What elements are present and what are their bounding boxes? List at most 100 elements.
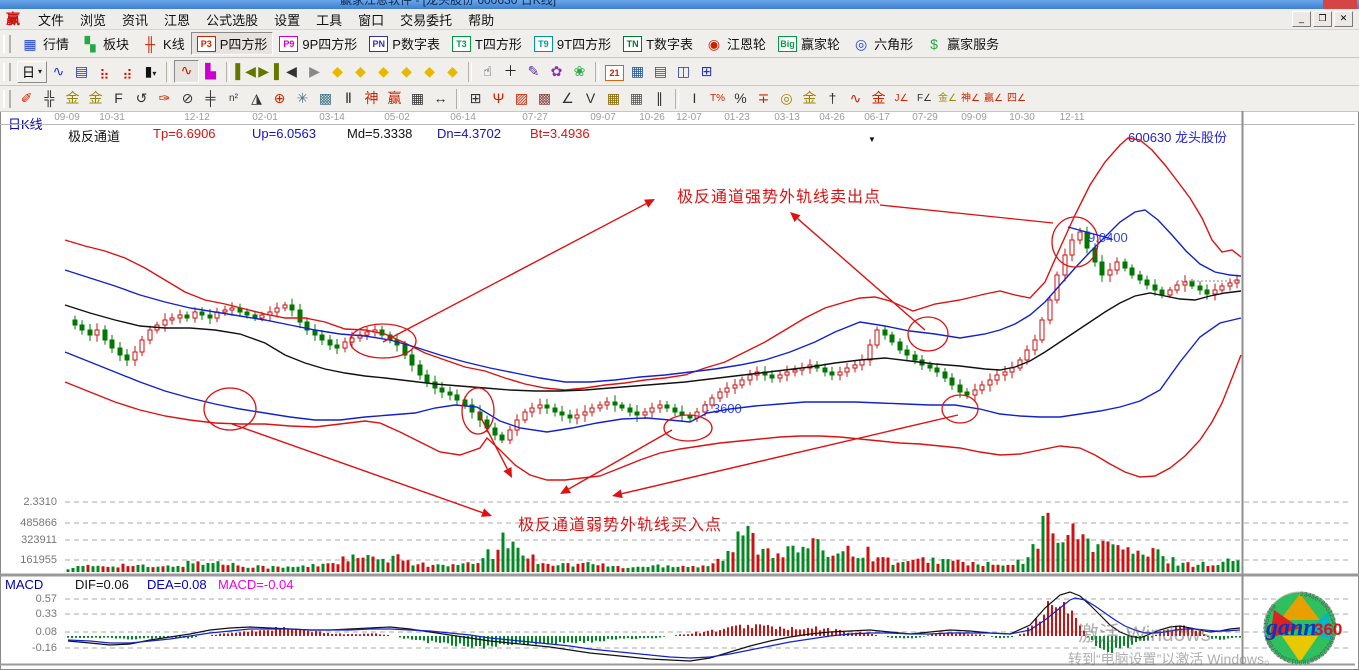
h-arrows-icon[interactable]: ↔ xyxy=(429,88,452,109)
toolbar-button-kline[interactable]: ╫K线 xyxy=(135,32,191,55)
first-bar-icon[interactable]: ▌◀ xyxy=(234,61,257,82)
n2-icon[interactable]: n² xyxy=(222,88,245,109)
pencil-red-icon[interactable]: ✐ xyxy=(15,88,38,109)
grid-123-icon[interactable]: ▦ xyxy=(406,88,429,109)
wave-red-icon[interactable]: ∿ xyxy=(844,88,867,109)
check-lines-icon[interactable]: V xyxy=(579,88,602,109)
gold-grid2-icon[interactable]: 金 xyxy=(84,88,107,109)
toolbar-button-9t-square[interactable]: T99T四方形 xyxy=(528,32,617,55)
brush-red-icon[interactable]: ✑ xyxy=(153,88,176,109)
box-tool-icon[interactable]: ⊞ xyxy=(464,88,487,109)
toolbar-button-hexagon[interactable]: ◎六角形 xyxy=(846,32,919,55)
toolbar-button-t-table[interactable]: TNT数字表 xyxy=(617,32,699,55)
j-angle-icon[interactable]: J∠ xyxy=(890,88,913,109)
gold-grid1-icon[interactable]: 金 xyxy=(61,88,84,109)
menu-item-0[interactable]: 文件 xyxy=(30,9,72,30)
draw-pen-icon[interactable]: ✎ xyxy=(522,61,545,82)
period-day-button[interactable]: 日▾ xyxy=(17,61,47,83)
notes-icon[interactable]: ▤ xyxy=(649,61,672,82)
gold-circle-icon[interactable]: ◎ xyxy=(775,88,798,109)
toolbar-button-p-table[interactable]: PNP数字表 xyxy=(363,32,446,55)
grid-gold-icon[interactable]: ▦ xyxy=(602,88,625,109)
toolbar-button-p-square[interactable]: P3P四方形 xyxy=(191,32,274,55)
si-angle-icon[interactable]: 四∠ xyxy=(1005,88,1028,109)
zigzag-red-icon[interactable]: ∿ xyxy=(174,60,199,83)
fan-red-icon[interactable]: Ψ xyxy=(487,88,510,109)
buy-point-annotation: 极反通道弱势外轨线买入点 xyxy=(518,511,722,535)
gann-flower-purple-icon[interactable]: ✿ xyxy=(545,61,568,82)
toolbar-button-9p-square[interactable]: P99P四方形 xyxy=(273,32,363,55)
shen-red-icon[interactable]: 神 xyxy=(360,88,383,109)
report-icon[interactable]: ▤ xyxy=(70,61,93,82)
menu-item-5[interactable]: 设置 xyxy=(266,9,308,30)
ying-red-icon[interactable]: 赢 xyxy=(383,88,406,109)
save-icon[interactable]: ◫ xyxy=(672,61,695,82)
minimize-icon[interactable]: _ xyxy=(1292,11,1311,27)
ruler-lines-icon[interactable]: ╪ xyxy=(199,88,222,109)
grid-dark-icon[interactable]: ▦ xyxy=(625,88,648,109)
toolbar-button-gann-wheel[interactable]: ◉江恩轮 xyxy=(699,32,772,55)
box-hatch-icon[interactable]: ▨ xyxy=(510,88,533,109)
candle-icon[interactable]: ▮▾ xyxy=(139,61,162,82)
crosshair-icon[interactable]: ＋ xyxy=(499,61,522,82)
network-icon[interactable]: ⊞ xyxy=(695,61,718,82)
bars9-icon[interactable]: ⣴ xyxy=(116,61,139,82)
ying-angle-icon[interactable]: 赢∠ xyxy=(982,88,1005,109)
menu-item-2[interactable]: 资讯 xyxy=(114,9,156,30)
menu-item-3[interactable]: 江恩 xyxy=(156,9,198,30)
chart-colored-icon[interactable]: ▙ xyxy=(199,61,222,82)
menu-item-7[interactable]: 窗口 xyxy=(350,9,392,30)
menu-item-8[interactable]: 交易委托 xyxy=(392,9,460,30)
gold-red-icon[interactable]: 金 xyxy=(867,88,890,109)
toolbar-button-t-square[interactable]: T3T四方形 xyxy=(446,32,528,55)
circle-cross-icon[interactable]: ⊘ xyxy=(176,88,199,109)
bars3-icon[interactable]: ⣦ xyxy=(93,61,116,82)
angle-a-icon[interactable]: ◮ xyxy=(245,88,268,109)
diamond-v-shrink-icon[interactable]: ◆ xyxy=(418,61,441,82)
zigzag-blue-icon[interactable]: ∿ xyxy=(47,61,70,82)
toolbar-button-sectors[interactable]: ▚板块 xyxy=(75,32,135,55)
percent-icon[interactable]: % xyxy=(729,88,752,109)
web-grid-icon[interactable]: ▩ xyxy=(314,88,337,109)
angle-line-icon[interactable]: ∠ xyxy=(556,88,579,109)
menu-item-4[interactable]: 公式选股 xyxy=(198,9,266,30)
restore-icon[interactable]: ❐ xyxy=(1313,11,1332,27)
t-percent-icon[interactable]: T% xyxy=(706,88,729,109)
levels-red-icon[interactable]: ∓ xyxy=(752,88,775,109)
prev-icon[interactable]: ◀ xyxy=(280,61,303,82)
pillar-icon[interactable]: I xyxy=(683,88,706,109)
menu-item-6[interactable]: 工具 xyxy=(308,9,350,30)
toolbar-button-winner-service[interactable]: $赢家服务 xyxy=(919,32,1005,55)
gann-grid-icon[interactable]: ╬ xyxy=(38,88,61,109)
toolbar-button-quotes[interactable]: ▦行情 xyxy=(15,32,75,55)
fibonacci-icon[interactable]: F xyxy=(107,88,130,109)
f-angle-icon[interactable]: F∠ xyxy=(913,88,936,109)
parallel-icon[interactable]: ∥ xyxy=(648,88,671,109)
menu-item-1[interactable]: 浏览 xyxy=(72,9,114,30)
hand-icon[interactable]: ☝ xyxy=(476,61,499,82)
last-bar-icon[interactable]: ▶▐ xyxy=(257,61,280,82)
diamond-right-icon[interactable]: ◆ xyxy=(349,61,372,82)
calculator-icon[interactable]: ▦ xyxy=(626,61,649,82)
target-red-icon[interactable]: ⊕ xyxy=(268,88,291,109)
calendar-icon[interactable]: 21 xyxy=(603,61,626,82)
diamond-left-icon[interactable]: ◆ xyxy=(326,61,349,82)
web-star-icon[interactable]: ✳ xyxy=(291,88,314,109)
flag-pen-icon[interactable]: † xyxy=(821,88,844,109)
toolbar-button-winner-wheel[interactable]: Big赢家轮 xyxy=(772,32,846,55)
close-icon[interactable] xyxy=(1323,0,1357,9)
svg-text:360: 360 xyxy=(1314,620,1342,639)
diamond-h-shrink-icon[interactable]: ◆ xyxy=(395,61,418,82)
next-icon[interactable]: ▶ xyxy=(303,61,326,82)
gold-angle-icon[interactable]: 金∠ xyxy=(936,88,959,109)
gann-flower-green-icon[interactable]: ❀ xyxy=(568,61,591,82)
diamond-h-expand-icon[interactable]: ◆ xyxy=(372,61,395,82)
menu-item-9[interactable]: 帮助 xyxy=(460,9,502,30)
shen-angle-icon[interactable]: 神∠ xyxy=(959,88,982,109)
pause-mark-icon[interactable]: Ⅱ xyxy=(337,88,360,109)
diamond-v-expand-icon[interactable]: ◆ xyxy=(441,61,464,82)
close-child-icon[interactable]: ✕ xyxy=(1334,11,1353,27)
spiral-icon[interactable]: ↺ xyxy=(130,88,153,109)
box-web-icon[interactable]: ▩ xyxy=(533,88,556,109)
gold-lines-icon[interactable]: 金 xyxy=(798,88,821,109)
